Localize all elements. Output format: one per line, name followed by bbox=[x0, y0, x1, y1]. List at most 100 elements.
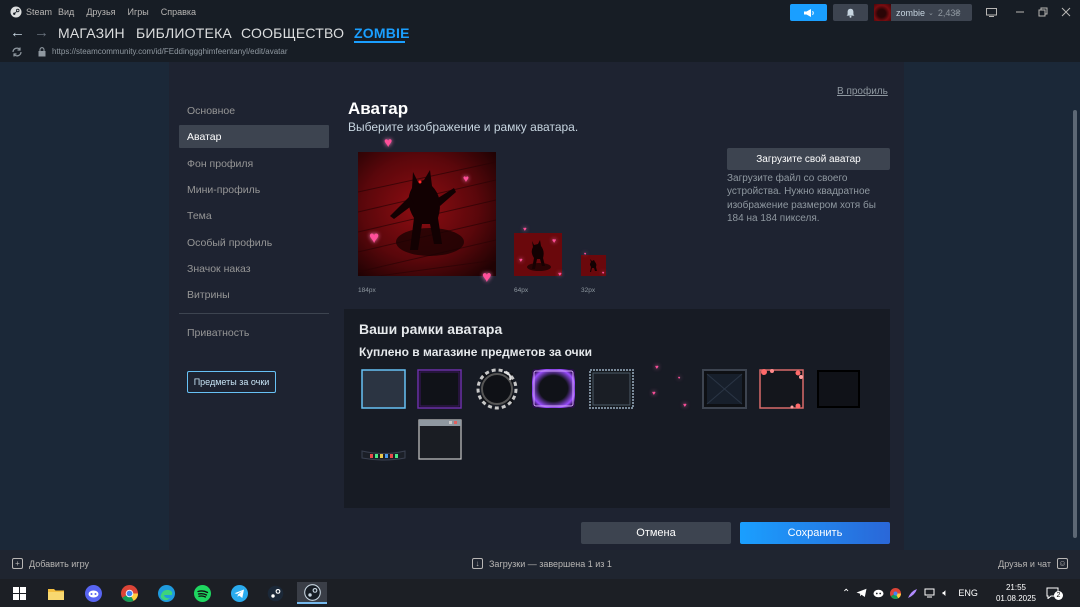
to-profile-link[interactable]: В профиль bbox=[837, 86, 888, 97]
notification-count: 2 bbox=[1054, 591, 1063, 600]
telegram-tray-icon[interactable] bbox=[856, 588, 867, 598]
frame-dark-window[interactable] bbox=[702, 369, 747, 409]
windows-logo-icon bbox=[12, 586, 26, 600]
close-icon bbox=[1061, 7, 1071, 17]
heart-icon: ♥ bbox=[369, 228, 380, 247]
user-name: zombie bbox=[896, 7, 926, 18]
taskbar-steam[interactable] bbox=[260, 582, 290, 604]
frame-bar-glow[interactable] bbox=[360, 440, 406, 480]
scrollbar-thumb[interactable] bbox=[1073, 110, 1077, 538]
big-picture-button[interactable] bbox=[983, 4, 999, 20]
steam-bottom-bar: + Добавить игру ↓ Загрузки — завершена 1… bbox=[0, 550, 1080, 579]
edge-icon bbox=[157, 584, 175, 602]
frame-none[interactable] bbox=[361, 369, 406, 409]
nav-profile[interactable]: ZOMBIE bbox=[354, 25, 410, 41]
taskbar-steam-active[interactable] bbox=[297, 582, 327, 604]
folder-icon bbox=[48, 588, 64, 600]
save-button[interactable]: Сохранить bbox=[740, 522, 890, 544]
frame-purple-outline[interactable] bbox=[417, 369, 462, 409]
taskbar-discord[interactable] bbox=[78, 582, 108, 604]
frame-window-gray[interactable] bbox=[418, 419, 463, 460]
monitor-icon bbox=[985, 7, 997, 17]
cancel-button[interactable]: Отмена bbox=[581, 522, 731, 544]
announcements-button[interactable] bbox=[790, 4, 827, 21]
language-indicator[interactable]: ENG bbox=[958, 588, 978, 598]
nav-library[interactable]: БИБЛИОТЕКА bbox=[136, 25, 232, 41]
menu-friends[interactable]: Друзья bbox=[86, 7, 115, 17]
sidebar-item-avatar[interactable]: Аватар bbox=[179, 125, 329, 148]
frame-sakura[interactable] bbox=[758, 367, 804, 409]
upload-hint: Загрузите файл со своего устройства. Нуж… bbox=[727, 173, 876, 224]
sidebar-item-general[interactable]: Основное bbox=[179, 99, 329, 122]
frame-violet-glow[interactable] bbox=[530, 367, 575, 408]
frame-black[interactable] bbox=[816, 369, 861, 409]
url-text[interactable]: https://steamcommunity.com/id/FEddingggh… bbox=[52, 47, 288, 56]
sidebar-item-mini-profile[interactable]: Мини-профиль bbox=[179, 178, 329, 201]
clock-date: 01.08.2025 bbox=[995, 594, 1037, 603]
menu-help[interactable]: Справка bbox=[161, 7, 196, 17]
notification-center[interactable]: 2 bbox=[1046, 586, 1063, 604]
nav-community[interactable]: СООБЩЕСТВО bbox=[241, 25, 344, 41]
frame-frost[interactable] bbox=[589, 369, 634, 409]
avatar-preview-large bbox=[358, 152, 496, 276]
megaphone-icon bbox=[803, 8, 814, 17]
avatar bbox=[874, 4, 891, 21]
volume-icon[interactable]: 🔈︎ bbox=[942, 588, 948, 599]
minimize-button[interactable] bbox=[1012, 4, 1028, 20]
feather-icon[interactable] bbox=[907, 588, 918, 599]
heart-icon: ♥ bbox=[519, 258, 523, 264]
chevron-up-icon[interactable]: ⌃ bbox=[842, 588, 850, 599]
heart-icon: ♥ bbox=[552, 238, 557, 245]
telegram-icon bbox=[230, 584, 248, 602]
steam-logo[interactable]: Steam bbox=[10, 6, 52, 18]
heart-icon: ♥ bbox=[652, 391, 656, 397]
frames-title: Ваши рамки аватара bbox=[359, 321, 503, 337]
restore-button[interactable] bbox=[1035, 4, 1051, 20]
add-game-button[interactable]: + Добавить игру bbox=[12, 558, 89, 569]
frames-subtitle: Куплено в магазине предметов за очки bbox=[359, 345, 593, 359]
plus-icon: + bbox=[12, 558, 23, 569]
taskbar-spotify[interactable] bbox=[187, 582, 217, 604]
wallet-balance: 2,43₴ bbox=[937, 7, 961, 18]
taskbar-chrome[interactable] bbox=[114, 582, 144, 604]
heart-icon: ♥ bbox=[602, 270, 605, 275]
download-icon: ↓ bbox=[472, 558, 483, 569]
url-bar: https://steamcommunity.com/id/FEddingggh… bbox=[0, 44, 1080, 62]
network-icon[interactable] bbox=[924, 588, 936, 598]
heart-icon: ♥ bbox=[558, 272, 562, 278]
windows-taskbar: ⌃ 🔈︎ ENG 21:55 01.08.2025 2 bbox=[0, 579, 1080, 607]
clock[interactable]: 21:55 01.08.2025 bbox=[994, 582, 1038, 604]
sidebar-item-privacy[interactable]: Приватность bbox=[179, 321, 329, 344]
downloads-status[interactable]: ↓ Загрузки — завершена 1 из 1 bbox=[472, 558, 612, 569]
nav-store[interactable]: МАГАЗИН bbox=[58, 25, 125, 41]
taskbar-edge[interactable] bbox=[151, 582, 181, 604]
discord-tray-icon[interactable] bbox=[873, 588, 884, 598]
frame-dragon[interactable] bbox=[474, 367, 519, 410]
sidebar-item-theme[interactable]: Тема bbox=[179, 204, 329, 227]
forward-arrow-icon[interactable]: → bbox=[34, 25, 49, 41]
upload-avatar-button[interactable]: Загрузите свой аватар bbox=[727, 148, 890, 170]
caption-32: 32px bbox=[581, 287, 596, 294]
menu-games[interactable]: Игры bbox=[128, 7, 149, 17]
taskbar-explorer[interactable] bbox=[41, 582, 71, 604]
sidebar-item-showcases[interactable]: Витрины bbox=[179, 283, 329, 306]
sidebar-item-profile-background[interactable]: Фон профиля bbox=[179, 152, 329, 175]
sidebar-item-featured-badge[interactable]: Значок наказ bbox=[179, 257, 329, 280]
heart-icon: ♥ bbox=[482, 269, 492, 286]
refresh-icon[interactable] bbox=[11, 47, 23, 57]
chrome-tray-icon[interactable] bbox=[890, 587, 902, 599]
vertical-scrollbar[interactable] bbox=[1070, 62, 1080, 550]
start-button[interactable] bbox=[4, 582, 34, 604]
sidebar-item-special-profile[interactable]: Особый профиль bbox=[179, 231, 329, 254]
taskbar-telegram[interactable] bbox=[224, 582, 254, 604]
spotify-icon bbox=[193, 584, 211, 602]
notifications-button[interactable] bbox=[833, 4, 868, 21]
frame-hearts[interactable]: ♥ ♥ ♥ ♥ bbox=[645, 362, 690, 409]
heart-icon: ♥ bbox=[584, 251, 587, 256]
back-arrow-icon[interactable]: ← bbox=[10, 25, 25, 41]
friends-chat-button[interactable]: Друзья и чат ☺ bbox=[998, 558, 1068, 569]
close-button[interactable] bbox=[1058, 4, 1074, 20]
user-account-menu[interactable]: zombie ⌄ 2,43₴ bbox=[874, 4, 972, 21]
points-shop-button[interactable]: Предметы за очки bbox=[187, 371, 276, 393]
menu-view[interactable]: Вид bbox=[58, 7, 74, 17]
